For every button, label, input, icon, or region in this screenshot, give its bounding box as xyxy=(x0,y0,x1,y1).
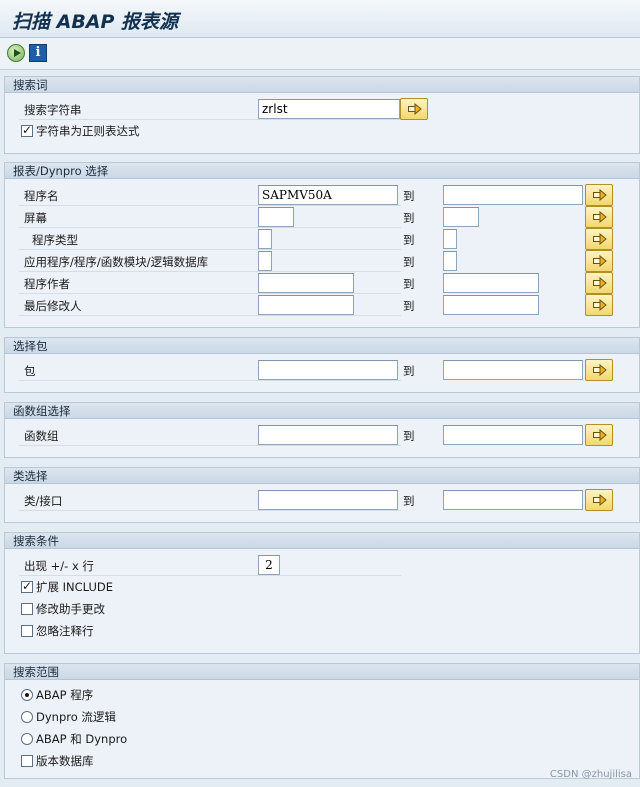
to-label: 到 xyxy=(403,233,415,247)
function-group-to-input[interactable] xyxy=(443,425,583,445)
program-type-to-input[interactable] xyxy=(443,229,457,249)
ignore-comments-checkbox[interactable] xyxy=(21,625,33,637)
group-package: 选择包 包 到 xyxy=(4,337,640,393)
to-label: 到 xyxy=(403,255,415,269)
version-database-checkbox[interactable] xyxy=(21,755,33,767)
search-string-label: 搜索字符串 xyxy=(24,103,82,117)
regex-label: 字符串为正则表达式 xyxy=(36,124,140,138)
arrow-right-icon xyxy=(593,211,607,223)
to-label: 到 xyxy=(403,189,415,203)
to-label: 到 xyxy=(403,211,415,225)
abap-and-dynpro-radio[interactable] xyxy=(21,733,33,745)
expand-include-label: 扩展 INCLUDE xyxy=(36,580,114,594)
version-database-label: 版本数据库 xyxy=(36,754,94,768)
multiple-selection-button[interactable] xyxy=(585,489,613,511)
class-interface-label: 类/接口 xyxy=(24,494,63,508)
to-label: 到 xyxy=(403,277,415,291)
last-changed-by-from-input[interactable] xyxy=(258,295,354,315)
group-title-report-selection: 报表/Dynpro 选择 xyxy=(5,163,639,179)
arrow-right-icon xyxy=(593,233,607,245)
program-name-to-input[interactable] xyxy=(443,185,583,205)
group-report-selection: 报表/Dynpro 选择 程序名 SAPMV50A 到 屏幕 到 程序类型 到 … xyxy=(4,162,640,328)
program-author-to-input[interactable] xyxy=(443,273,539,293)
package-from-input[interactable] xyxy=(258,360,398,380)
toolbar: i xyxy=(0,38,640,70)
package-to-input[interactable] xyxy=(443,360,583,380)
to-label: 到 xyxy=(403,494,415,508)
group-class: 类选择 类/接口 到 xyxy=(4,467,640,523)
ignore-comments-label: 忽略注释行 xyxy=(36,624,94,638)
program-type-label: 程序类型 xyxy=(32,233,78,247)
group-search-conditions: 搜索条件 出现 +/- x 行 2 扩展 INCLUDE 修改助手更改 忽略注释… xyxy=(4,532,640,654)
abap-and-dynpro-label: ABAP 和 Dynpro xyxy=(36,732,128,746)
watermark: CSDN @zhujilisa xyxy=(549,769,632,780)
application-to-input[interactable] xyxy=(443,251,457,271)
arrow-right-icon xyxy=(593,429,607,441)
abap-program-radio[interactable] xyxy=(21,689,33,701)
program-author-from-input[interactable] xyxy=(258,273,354,293)
multiple-selection-button[interactable] xyxy=(585,294,613,316)
regex-checkbox[interactable] xyxy=(21,123,33,137)
multiple-selection-button[interactable] xyxy=(585,206,613,228)
screen-to-input[interactable] xyxy=(443,207,479,227)
lines-input[interactable]: 2 xyxy=(258,555,280,575)
group-search-term: 搜索词 搜索字符串 zrlst 字符串为正则表达式 xyxy=(4,76,640,154)
class-from-input[interactable] xyxy=(258,490,398,510)
function-group-label: 函数组 xyxy=(24,429,59,443)
group-title-search-conditions: 搜索条件 xyxy=(5,533,639,549)
program-name-from-input[interactable]: SAPMV50A xyxy=(258,185,398,205)
modification-assistant-checkbox[interactable] xyxy=(21,603,33,615)
group-title-package: 选择包 xyxy=(5,338,639,354)
execute-icon[interactable] xyxy=(7,44,25,62)
group-title-class: 类选择 xyxy=(5,468,639,484)
arrow-right-icon xyxy=(593,189,607,201)
arrow-right-icon xyxy=(593,277,607,289)
screen-from-input[interactable] xyxy=(258,207,294,227)
group-title-function-group: 函数组选择 xyxy=(5,403,639,419)
function-group-from-input[interactable] xyxy=(258,425,398,445)
group-search-scope: 搜索范围 ABAP 程序 Dynpro 流逻辑 ABAP 和 Dynpro 版本… xyxy=(4,663,640,779)
group-function-group: 函数组选择 函数组 到 xyxy=(4,402,640,458)
last-changed-by-to-input[interactable] xyxy=(443,295,539,315)
multiple-selection-button[interactable] xyxy=(585,250,613,272)
screen-label: 屏幕 xyxy=(24,211,47,225)
title-bar: 扫描 ABAP 报表源 xyxy=(0,0,640,38)
arrow-right-icon xyxy=(593,255,607,267)
last-changed-by-label: 最后修改人 xyxy=(24,299,82,313)
multiple-selection-button[interactable] xyxy=(585,424,613,446)
application-label: 应用程序/程序/函数模块/逻辑数据库 xyxy=(24,255,209,269)
page-title: 扫描 ABAP 报表源 xyxy=(12,11,179,33)
search-string-input[interactable]: zrlst xyxy=(258,99,400,119)
program-type-from-input[interactable] xyxy=(258,229,272,249)
multiple-selection-button[interactable] xyxy=(585,272,613,294)
program-name-label: 程序名 xyxy=(24,189,59,203)
application-from-input[interactable] xyxy=(258,251,272,271)
arrow-right-icon xyxy=(408,103,422,115)
row-divider xyxy=(19,206,401,228)
multiple-selection-button[interactable] xyxy=(585,228,613,250)
to-label: 到 xyxy=(403,364,415,378)
to-label: 到 xyxy=(403,299,415,313)
class-to-input[interactable] xyxy=(443,490,583,510)
info-icon[interactable]: i xyxy=(29,44,47,62)
arrow-right-icon xyxy=(593,299,607,311)
group-title-search-scope: 搜索范围 xyxy=(5,664,639,680)
program-author-label: 程序作者 xyxy=(24,277,70,291)
multiple-selection-button[interactable] xyxy=(400,98,428,120)
modification-assistant-label: 修改助手更改 xyxy=(36,602,105,616)
group-title-search-term: 搜索词 xyxy=(5,77,639,93)
abap-program-label: ABAP 程序 xyxy=(36,688,94,702)
multiple-selection-button[interactable] xyxy=(585,359,613,381)
multiple-selection-button[interactable] xyxy=(585,184,613,206)
lines-label: 出现 +/- x 行 xyxy=(24,559,94,573)
dynpro-flow-logic-radio[interactable] xyxy=(21,711,33,723)
expand-include-checkbox[interactable] xyxy=(21,579,33,593)
arrow-right-icon xyxy=(593,364,607,376)
package-label: 包 xyxy=(24,364,36,378)
to-label: 到 xyxy=(403,429,415,443)
dynpro-flow-logic-label: Dynpro 流逻辑 xyxy=(36,710,116,724)
arrow-right-icon xyxy=(593,494,607,506)
